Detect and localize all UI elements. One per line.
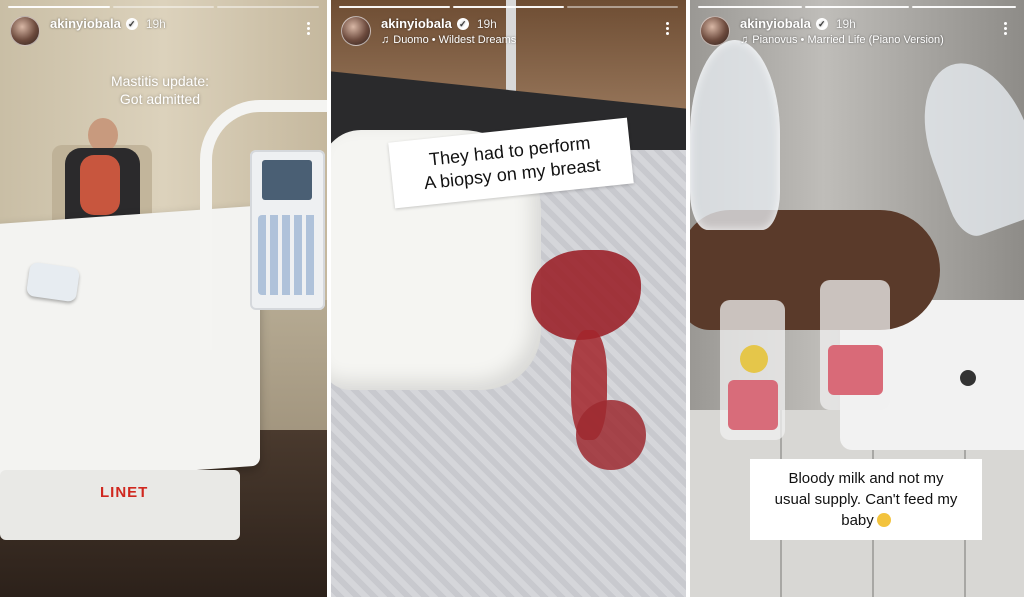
progress-segment	[453, 6, 564, 8]
story-panel-1[interactable]: LINET akinyiobala ✓ 19h Mastitis update: G…	[0, 0, 327, 597]
control-screen	[262, 160, 312, 200]
caption-line-3: baby	[760, 510, 972, 531]
story-progress-bar	[8, 6, 320, 8]
more-options-icon[interactable]	[299, 18, 317, 38]
caption-line: Got admitted	[119, 91, 201, 107]
more-options-icon[interactable]	[996, 18, 1014, 38]
story-progress-bar	[339, 6, 678, 8]
bed-footboard	[0, 470, 240, 540]
story-caption: Mastitis update: Got admitted	[70, 72, 250, 108]
music-info[interactable]: ♫ Pianovus • Married Life (Piano Version)	[740, 34, 944, 46]
caption-line: Bloody milk and not my	[788, 470, 944, 487]
music-note-icon: ♫	[740, 34, 749, 46]
caption-line: baby	[841, 512, 874, 529]
username[interactable]: akinyiobala	[50, 16, 121, 31]
bed-remote	[25, 261, 81, 303]
avatar[interactable]	[10, 16, 40, 46]
story-panel-3[interactable]: akinyiobala ✓ 19h ♫ Pianovus • Married Life…	[690, 0, 1024, 597]
story-progress-bar	[698, 6, 1016, 8]
progress-segment	[912, 6, 1016, 8]
username-line[interactable]: akinyiobala ✓ 19h	[740, 16, 856, 31]
caption-line: usual supply. Can't feed my	[774, 491, 958, 508]
blood-stain	[576, 400, 646, 470]
sad-face-emoji-icon	[876, 513, 891, 527]
music-track[interactable]: Duomo • Wildest Dreams	[393, 34, 516, 46]
bloody-milk	[728, 380, 778, 430]
progress-segment	[112, 6, 215, 8]
story-caption: Bloody milk and not my usual supply. Can…	[750, 459, 982, 540]
post-time: 19h	[145, 17, 166, 31]
music-info[interactable]: ♫ Duomo • Wildest Dreams	[381, 34, 516, 46]
story-panel-2[interactable]: akinyiobala ✓ 19h ♫ Duomo • Wildest Dreams …	[331, 0, 686, 597]
bloody-milk	[828, 345, 883, 395]
username[interactable]: akinyiobala	[740, 16, 811, 31]
username[interactable]: akinyiobala	[381, 16, 452, 31]
progress-segment	[339, 6, 450, 8]
avatar[interactable]	[341, 16, 371, 46]
story-header: akinyiobala ✓ 19h ♫ Pianovus • Married Life…	[700, 14, 1014, 50]
story-header: akinyiobala ✓ 19h ♫ Duomo • Wildest Dreams	[341, 14, 676, 50]
verified-badge-icon: ✓	[456, 18, 469, 30]
verified-badge-icon: ✓	[125, 18, 138, 30]
progress-segment	[8, 6, 110, 8]
more-options-icon[interactable]	[658, 18, 676, 38]
caption-line: Mastitis update:	[110, 73, 210, 89]
avatar[interactable]	[700, 16, 730, 46]
username-line[interactable]: akinyiobala ✓ 19h	[381, 16, 497, 31]
post-time: 19h	[835, 17, 856, 31]
pump-valve	[740, 345, 768, 373]
progress-segment	[567, 6, 678, 8]
progress-segment	[217, 6, 320, 8]
music-track[interactable]: Pianovus • Married Life (Piano Version)	[752, 34, 944, 46]
music-note-icon: ♫	[381, 34, 390, 46]
username-line[interactable]: akinyiobala ✓ 19h	[50, 16, 166, 31]
person-head	[88, 118, 118, 152]
progress-segment	[805, 6, 909, 8]
progress-segment	[698, 6, 802, 8]
story-header: akinyiobala ✓ 19h	[10, 14, 317, 50]
post-time: 19h	[476, 17, 497, 31]
bed-brand-label: LINET	[100, 484, 149, 501]
sink-drain	[960, 370, 976, 386]
baby	[80, 155, 120, 215]
breast-pump-flange	[690, 40, 780, 230]
verified-badge-icon: ✓	[815, 18, 828, 30]
control-keypad	[258, 215, 318, 295]
